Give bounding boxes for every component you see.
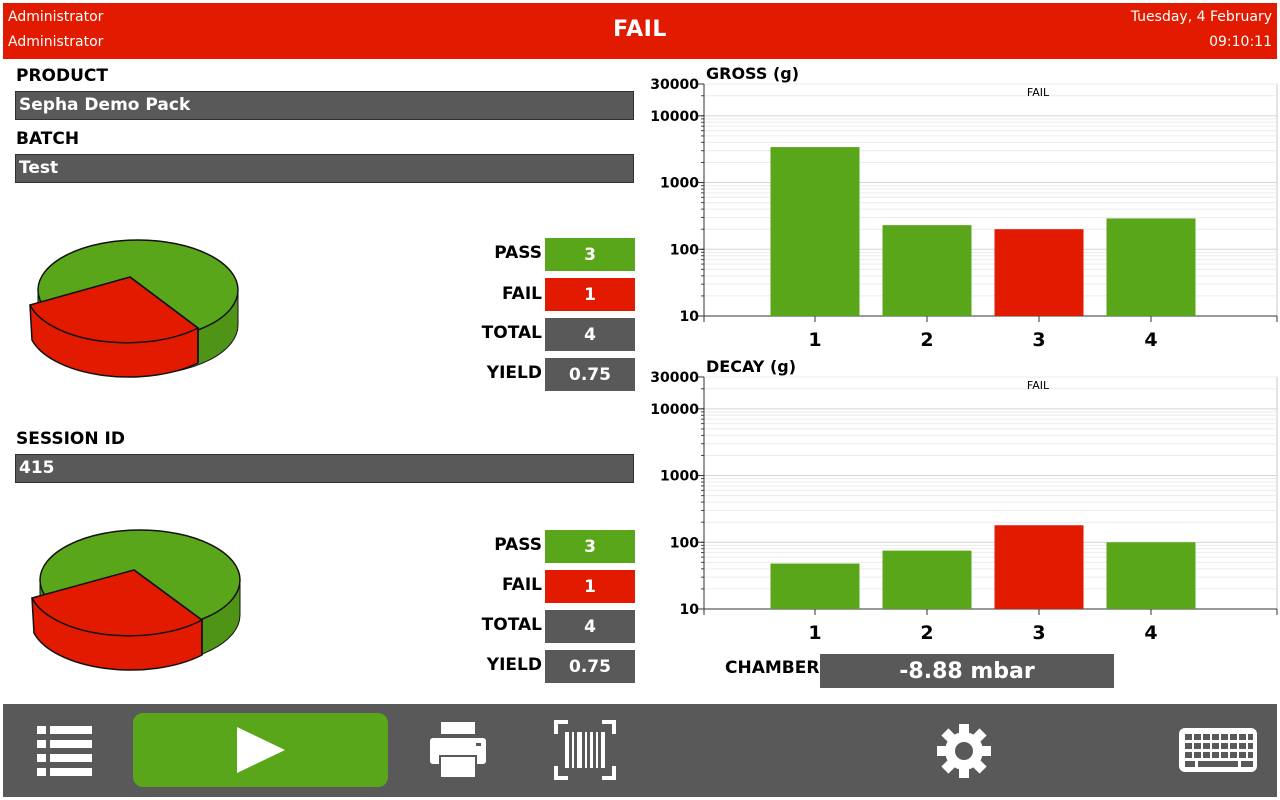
fail-count: 1: [545, 570, 635, 603]
y-tick-label: 10: [680, 309, 700, 325]
decay-bar-chart: 10 100 1000 10000 30000 FAIL 1 2 3 4: [650, 370, 1278, 644]
start-test-button[interactable]: [133, 713, 388, 787]
menu-button[interactable]: [33, 724, 95, 776]
session-yield-pie-chart: [30, 529, 241, 671]
bar-1: [770, 147, 860, 316]
x-tick-label: 4: [1144, 329, 1157, 351]
x-tick-label: 4: [1144, 622, 1157, 644]
bar-2: [882, 550, 972, 609]
y-tick-label: 100: [670, 242, 699, 258]
bar-2: [882, 225, 972, 316]
fail-label: FAIL: [502, 575, 542, 595]
product-label: PRODUCT: [16, 66, 108, 86]
gear-icon: [937, 724, 991, 778]
yield-label: YIELD: [486, 363, 542, 383]
fail-count: 1: [545, 278, 635, 311]
total-label: TOTAL: [481, 615, 542, 635]
batch-field[interactable]: Test: [15, 154, 634, 183]
keyboard-icon: [1179, 728, 1257, 772]
barcode-scan-icon: [554, 720, 616, 780]
yield-value: 0.75: [545, 358, 635, 391]
yield-value: 0.75: [545, 650, 635, 683]
bar-1: [770, 563, 860, 609]
x-tick-label: 2: [920, 329, 933, 351]
total-count: 4: [545, 318, 635, 351]
product-field[interactable]: Sepha Demo Pack: [15, 91, 634, 120]
x-tick-label: 3: [1032, 622, 1045, 644]
printer-icon: [430, 722, 486, 779]
barcode-scan-button[interactable]: [554, 720, 616, 780]
print-button[interactable]: [428, 720, 488, 780]
gross-bar-chart: 10 100 1000 10000 30000 FAIL 1 2 3 4: [650, 77, 1278, 351]
chart-annotation: FAIL: [1027, 379, 1050, 392]
bar-4: [1106, 542, 1196, 609]
total-count: 4: [545, 610, 635, 643]
bar-3: [994, 229, 1084, 316]
y-tick-label: 30000: [650, 370, 699, 386]
x-tick-label: 2: [920, 622, 933, 644]
chamber-pressure-value: -8.88 mbar: [820, 654, 1114, 688]
y-tick-label: 100: [670, 535, 699, 551]
date-display: Tuesday, 4 February: [1130, 9, 1272, 25]
y-tick-label: 10000: [650, 109, 699, 125]
pass-label: PASS: [494, 243, 542, 263]
total-label: TOTAL: [481, 323, 542, 343]
pass-count: 3: [545, 238, 635, 271]
y-tick-label: 1000: [660, 469, 699, 485]
settings-button[interactable]: [935, 722, 993, 780]
time-display: 09:10:11: [1209, 34, 1272, 50]
overall-status: FAIL: [613, 17, 667, 42]
y-tick-label: 30000: [650, 77, 699, 93]
session-label: SESSION ID: [16, 429, 125, 449]
chamber-label: CHAMBER: [725, 658, 820, 678]
y-tick-label: 10000: [650, 402, 699, 418]
play-icon: [237, 727, 285, 773]
pass-label: PASS: [494, 535, 542, 555]
session-field[interactable]: 415: [15, 454, 634, 483]
status-header: Administrator Administrator FAIL Tuesday…: [3, 3, 1277, 59]
chart-annotation: FAIL: [1027, 86, 1050, 99]
keyboard-button[interactable]: [1178, 726, 1258, 774]
pass-count: 3: [545, 530, 635, 563]
y-tick-label: 1000: [660, 176, 699, 192]
bar-3: [994, 525, 1084, 609]
fail-label: FAIL: [502, 284, 542, 304]
x-tick-label: 3: [1032, 329, 1045, 351]
yield-label: YIELD: [486, 655, 542, 675]
x-tick-label: 1: [808, 622, 821, 644]
x-tick-label: 1: [808, 329, 821, 351]
bottom-toolbar: [3, 704, 1277, 797]
y-tick-label: 10: [680, 602, 700, 618]
bar-4: [1106, 218, 1196, 316]
batch-label: BATCH: [16, 129, 80, 149]
batch-yield-pie-chart: [28, 239, 239, 378]
list-icon: [37, 726, 92, 776]
